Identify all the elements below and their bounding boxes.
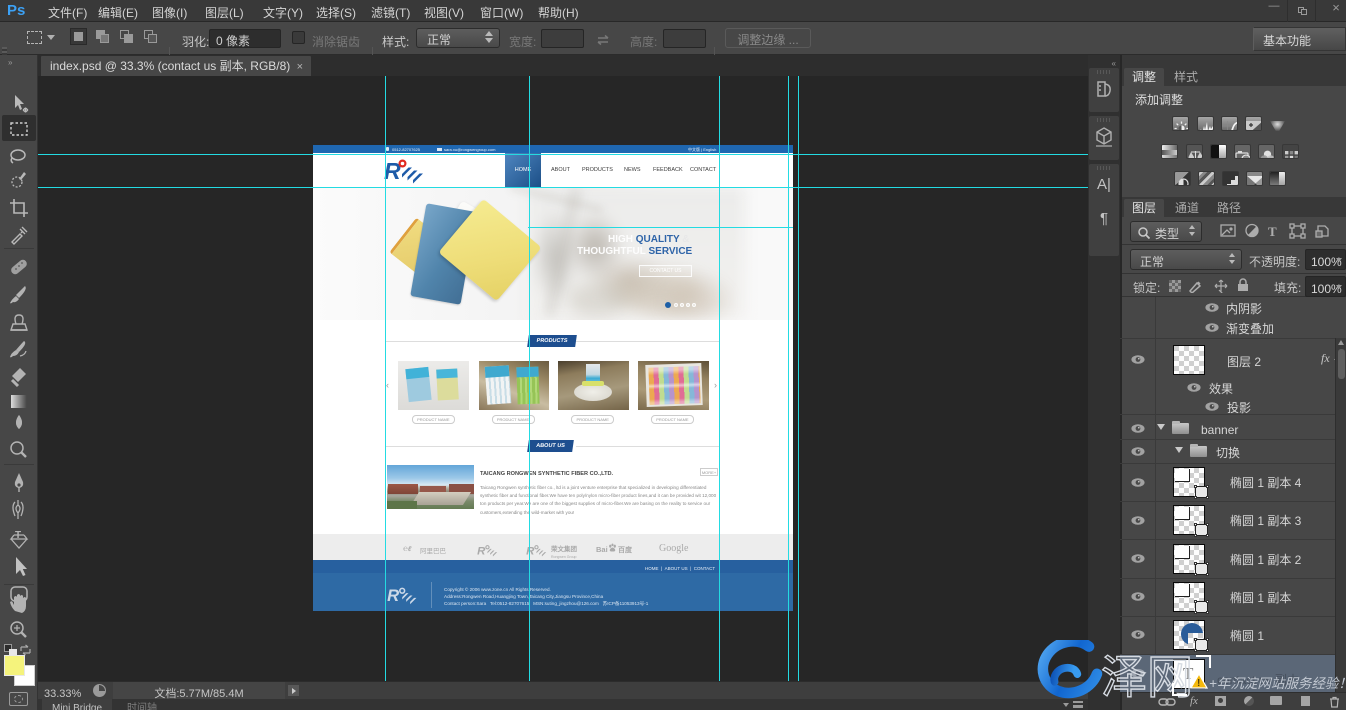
svg-text:T: T (15, 526, 21, 541)
svg-text:R: R (526, 545, 535, 557)
svg-text:T: T (1268, 224, 1277, 239)
svg-text:R: R (477, 545, 486, 557)
svg-text:R: R (384, 158, 401, 184)
svg-text:R: R (387, 586, 399, 605)
